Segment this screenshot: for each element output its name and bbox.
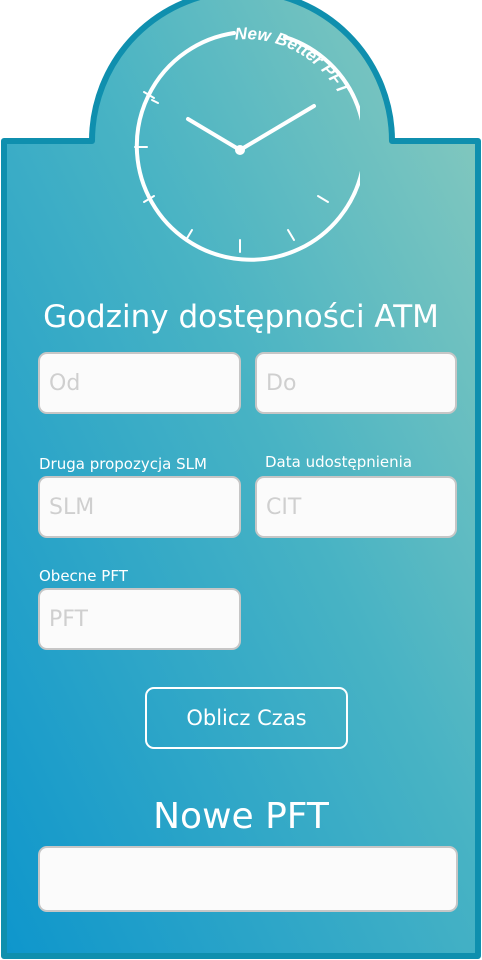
pft-input[interactable]: [38, 588, 241, 650]
new-pft-heading: Nowe PFT: [153, 796, 329, 837]
calculate-button[interactable]: Oblicz Czas: [145, 687, 348, 749]
app-window: New Better PFT Godziny dostępności ATM D…: [0, 0, 482, 960]
atm-from-input[interactable]: [38, 352, 241, 414]
atm-to-input[interactable]: [255, 352, 457, 414]
svg-text:New Better PFT: New Better PFT: [234, 26, 353, 99]
slm-label: Druga propozycja SLM: [39, 455, 207, 473]
atm-hours-heading: Godziny dostępności ATM: [43, 299, 439, 335]
brand-text: New Better PFT: [234, 26, 353, 99]
slm-input[interactable]: [38, 476, 241, 538]
new-pft-output[interactable]: [38, 846, 458, 912]
clock-logo: New Better PFT: [134, 26, 360, 262]
cit-input[interactable]: [255, 476, 457, 538]
cit-label: Data udostępnienia: [265, 453, 413, 471]
pft-label: Obecne PFT: [39, 567, 128, 585]
